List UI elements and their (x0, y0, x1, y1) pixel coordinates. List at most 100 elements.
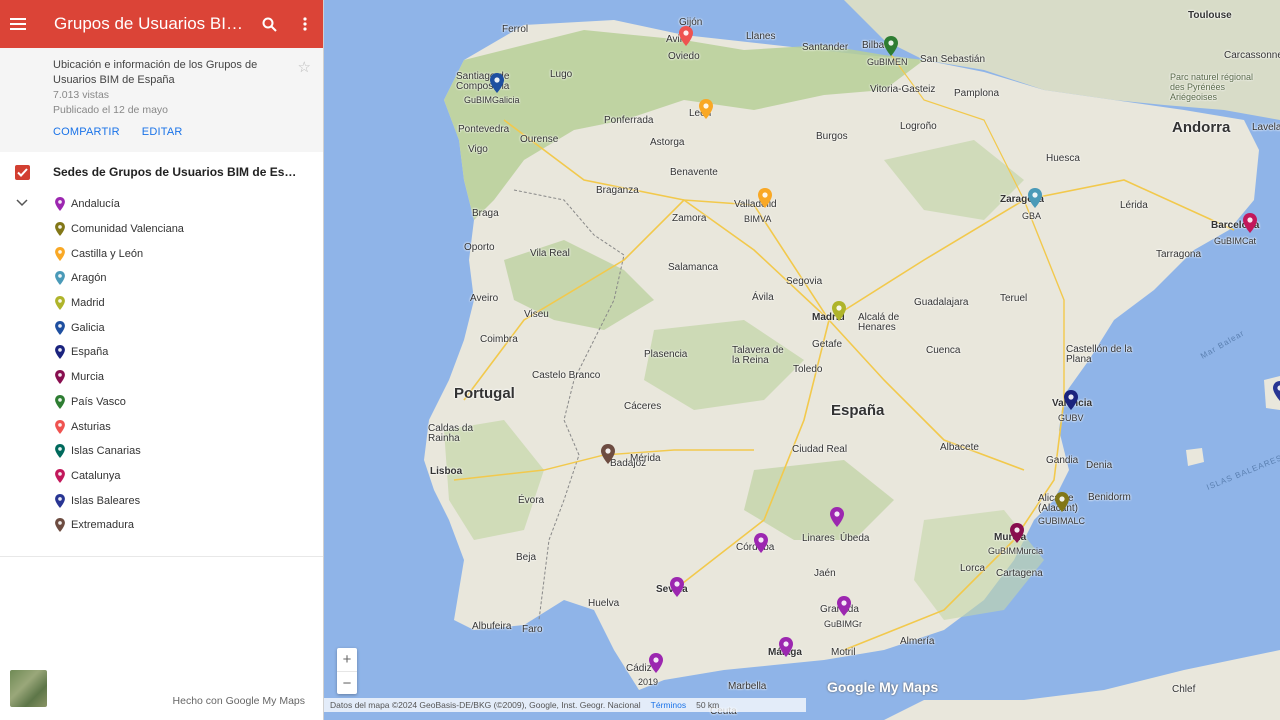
map-marker-icon[interactable] (1055, 492, 1069, 512)
attribution-text: Datos del mapa ©2024 GeoBasis-DE/BKG (©2… (330, 700, 641, 710)
zoom-in-button[interactable]: + (337, 648, 357, 671)
layer-header: Sedes de Grupos de Usuarios BIM de Espa.… (0, 152, 323, 192)
map-marker-icon[interactable] (1064, 390, 1078, 410)
base-map-thumbnail[interactable] (10, 670, 47, 707)
map-marker-icon[interactable] (699, 99, 713, 119)
made-with-label[interactable]: Hecho con Google My Maps (173, 695, 305, 707)
map-marker-icon[interactable] (490, 73, 504, 93)
legend-item[interactable]: España (55, 340, 323, 365)
share-button[interactable]: COMPARTIR (53, 126, 120, 138)
zoom-out-button[interactable]: − (337, 671, 357, 695)
map-marker-icon[interactable] (830, 507, 844, 527)
legend-item[interactable]: Extremadura (55, 513, 323, 538)
map-marker-icon[interactable] (758, 188, 772, 208)
more-options-icon[interactable] (287, 0, 323, 48)
city-label: Lérida (1120, 200, 1148, 211)
legend-item[interactable]: País Vasco (55, 390, 323, 415)
city-label: Ponferrada (604, 115, 654, 126)
city-label: Llanes (746, 31, 776, 42)
legend-item[interactable]: Catalunya (55, 464, 323, 489)
edit-button[interactable]: EDITAR (142, 126, 183, 138)
city-label: Cuenca (926, 345, 961, 356)
legend-item-label: Galicia (71, 321, 105, 334)
map-marker-icon[interactable] (1010, 523, 1024, 543)
map-pin-icon (55, 518, 65, 533)
map-marker-icon[interactable] (754, 533, 768, 553)
city-label: Burgos (816, 131, 848, 142)
city-label: Getafe (812, 339, 843, 350)
city-label: Aveiro (470, 293, 499, 304)
legend-item[interactable]: Galicia (55, 315, 323, 340)
marker-label: BIMVA (744, 214, 772, 224)
map-pin-icon (55, 197, 65, 212)
map-marker-icon[interactable] (601, 444, 615, 464)
legend-item-label: Castilla y León (71, 247, 144, 260)
city-label: Vitoria-Gasteiz (870, 84, 936, 95)
city-label: Guadalajara (914, 297, 969, 308)
city-label: Marbella (728, 681, 767, 692)
map-marker-icon[interactable] (832, 301, 846, 321)
legend-item-label: Extremadura (71, 519, 134, 532)
menu-icon[interactable] (2, 0, 34, 48)
legend-item[interactable]: Asturias (55, 414, 323, 439)
city-label: Castellón de la Plana (1066, 344, 1133, 365)
city-label: Ciudad Real (792, 444, 848, 455)
map-pin-icon (55, 320, 65, 335)
sidebar-header: Grupos de Usuarios BIM d... (0, 0, 323, 48)
star-icon[interactable]: ☆ (298, 58, 311, 76)
legend-item[interactable]: Murcia (55, 365, 323, 390)
map-pin-icon (55, 493, 65, 508)
map-pin-icon (55, 271, 65, 286)
map-marker-icon[interactable] (670, 577, 684, 597)
city-label: Viseu (524, 309, 549, 320)
city-label: Évora (518, 495, 545, 506)
legend-item-label: Aragón (71, 272, 107, 285)
legend-item[interactable]: Castilla y León (55, 241, 323, 266)
city-label: Chlef (1172, 684, 1196, 695)
legend-item[interactable]: Islas Baleares (55, 488, 323, 513)
city-label: Lugo (550, 69, 573, 80)
search-icon[interactable] (251, 0, 287, 48)
legend-item[interactable]: Comunidad Valenciana (55, 217, 323, 242)
map-marker-icon[interactable] (1243, 213, 1257, 233)
city-label: Gandia (1046, 455, 1079, 466)
city-label: Vila Real (530, 248, 570, 259)
map-marker-icon[interactable] (1273, 381, 1280, 401)
city-label: Segovia (786, 276, 823, 287)
legend-item[interactable]: Madrid (55, 291, 323, 316)
city-label: Albufeira (472, 621, 512, 632)
city-label: Coimbra (480, 334, 518, 345)
layer-checkbox[interactable] (15, 164, 30, 180)
legend-item[interactable]: Islas Canarias (55, 439, 323, 464)
marker-label: GuBIMGalicia (464, 95, 520, 105)
map-marker-icon[interactable] (1028, 188, 1042, 208)
map-pin-icon (55, 296, 65, 311)
legend-list: Andalucía Comunidad Valenciana Castilla y … (0, 192, 323, 538)
legend-item[interactable]: Aragón (55, 266, 323, 291)
map-marker-icon[interactable] (837, 596, 851, 616)
legend-item[interactable]: Andalucía (55, 192, 323, 217)
marker-label: 2019 (638, 677, 659, 687)
city-label: Castelo Branco (532, 370, 601, 381)
city-label: Benidorm (1088, 492, 1131, 503)
map-title[interactable]: Grupos de Usuarios BIM d... (54, 14, 251, 34)
map-canvas[interactable]: Portugal España Andorra Gijón Oviedo Avi… (324, 0, 1280, 720)
map-marker-icon[interactable] (779, 637, 793, 657)
terms-link[interactable]: Términos (651, 700, 686, 710)
city-label: Alcalá de Henares (858, 312, 900, 333)
city-label: Denia (1086, 460, 1113, 471)
attribution-bar: Datos del mapa ©2024 GeoBasis-DE/BKG (©2… (324, 698, 806, 712)
marker-label: GUBIMALC (1038, 516, 1086, 526)
chevron-down-icon[interactable] (16, 194, 28, 212)
map-pin-icon (55, 419, 65, 434)
layer-name[interactable]: Sedes de Grupos de Usuarios BIM de Espa.… (53, 165, 298, 179)
zoom-control: + − (337, 648, 357, 694)
map-marker-icon[interactable] (884, 36, 898, 56)
city-label: Pontevedra (458, 124, 510, 135)
map-marker-icon[interactable] (649, 653, 663, 673)
view-count: 7.013 vistas (53, 89, 110, 101)
city-label: Jaén (814, 568, 836, 579)
city-label: Salamanca (668, 262, 719, 273)
city-label: Motril (831, 647, 856, 658)
map-marker-icon[interactable] (679, 26, 693, 46)
